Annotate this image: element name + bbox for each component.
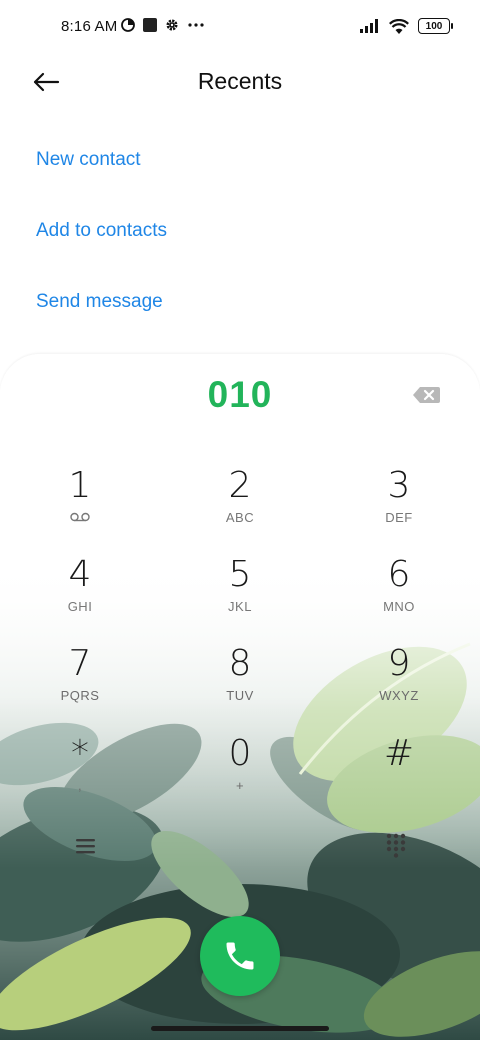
key-letters: MNO: [383, 599, 415, 614]
key-star[interactable]: * ,: [20, 734, 140, 814]
data-saver-icon: [121, 18, 135, 32]
page-title: Recents: [197, 68, 283, 94]
phone-call-icon: [226, 942, 254, 970]
battery-icon: 100: [418, 18, 453, 34]
wifi-icon: [389, 18, 409, 34]
key-letters: +: [235, 778, 245, 793]
home-indicator[interactable]: [151, 1026, 329, 1031]
key-digit: 5: [228, 554, 252, 595]
more-dots-icon: [188, 23, 204, 27]
menu-button[interactable]: [72, 834, 100, 858]
key-letters: WXYZ: [379, 688, 419, 703]
settings-gear-icon: [166, 19, 178, 31]
backspace-button[interactable]: [412, 384, 442, 406]
key-letters: ABC: [225, 510, 255, 525]
call-button[interactable]: [200, 916, 280, 996]
header: Recents: [0, 56, 480, 108]
key-3[interactable]: 3 DEF: [339, 466, 459, 546]
send-message-link[interactable]: Send message: [36, 291, 163, 313]
key-7[interactable]: 7 PQRS: [20, 644, 140, 724]
key-letters: ,: [77, 778, 83, 793]
dialpad-grid-icon: [386, 833, 406, 858]
status-left-icons: [121, 18, 205, 32]
key-letters: GHI: [67, 599, 93, 614]
key-digit: 2: [228, 465, 252, 506]
key-2[interactable]: 2 ABC: [180, 466, 300, 546]
key-digit: 6: [387, 554, 411, 595]
key-letters: PQRS: [60, 688, 100, 703]
key-5[interactable]: 5 JKL: [180, 555, 300, 635]
key-letters: TUV: [226, 688, 254, 703]
key-6[interactable]: 6 MNO: [339, 555, 459, 635]
key-0[interactable]: 0 +: [180, 734, 300, 814]
key-9[interactable]: 9 WXYZ: [339, 644, 459, 724]
key-digit: 0: [228, 733, 252, 774]
key-digit: 7: [68, 643, 92, 684]
key-1[interactable]: 1: [20, 466, 140, 546]
key-digit: 3: [387, 465, 411, 506]
key-letters: JKL: [228, 599, 252, 614]
voicemail-icon: [70, 512, 90, 522]
dialed-number: 010: [207, 374, 273, 415]
dialer-panel: 010 1 2 ABC 3 DEF 4 GHI 5 JKL 6 MNO 7 PQ…: [0, 354, 480, 1040]
signal-icon: [360, 19, 378, 33]
key-digit: #: [383, 733, 415, 774]
battery-level: 100: [425, 20, 443, 32]
key-4[interactable]: 4 GHI: [20, 555, 140, 635]
key-letters: DEF: [385, 510, 413, 525]
status-bar: 8:16 AM 100: [0, 0, 480, 56]
status-time: 8:16 AM: [61, 18, 118, 35]
status-right-icons: 100: [360, 18, 453, 34]
key-8[interactable]: 8 TUV: [180, 644, 300, 724]
hamburger-menu-icon: [76, 839, 95, 854]
key-hash[interactable]: #: [339, 734, 459, 814]
key-digit: *: [71, 733, 89, 774]
key-digit: 4: [68, 554, 92, 595]
key-digit: 9: [387, 643, 411, 684]
backspace-icon: [413, 387, 440, 403]
key-digit: 1: [68, 465, 92, 506]
new-contact-link[interactable]: New contact: [36, 149, 141, 171]
dialpad-toggle-button[interactable]: [384, 832, 408, 860]
square-notification-icon: [143, 18, 157, 32]
key-digit: 8: [228, 643, 252, 684]
add-to-contacts-link[interactable]: Add to contacts: [36, 220, 167, 242]
